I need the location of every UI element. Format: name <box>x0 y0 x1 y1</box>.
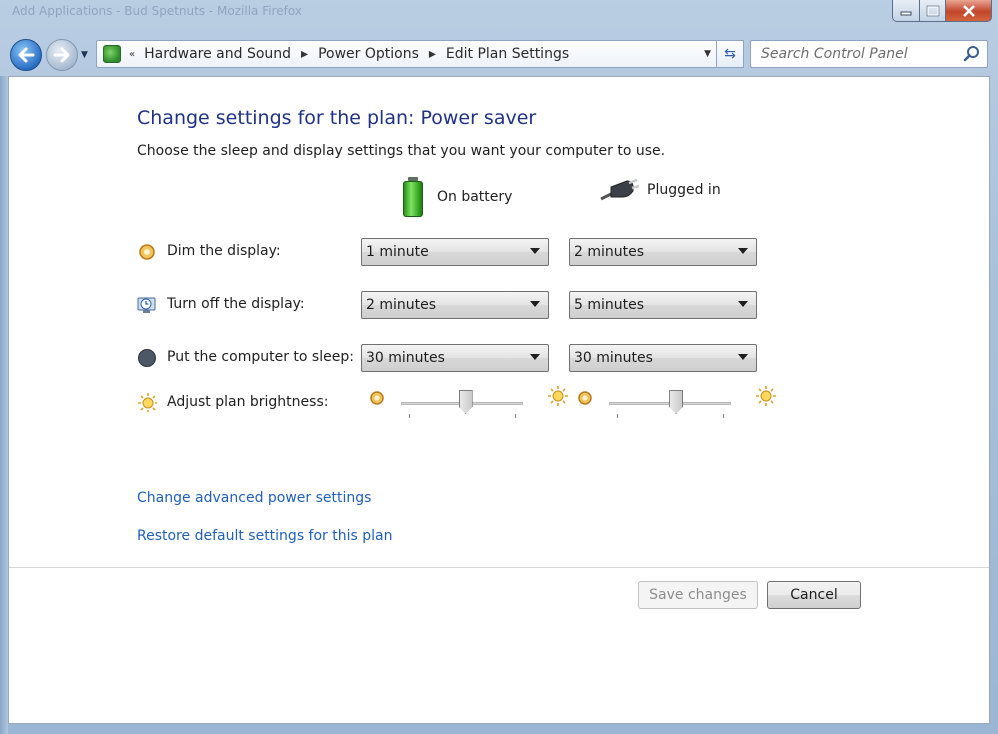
select-value: 2 minutes <box>574 244 645 260</box>
slider-tick <box>515 414 516 418</box>
power-plug-icon <box>600 178 639 201</box>
turn-off-display-plugged-select[interactable]: 5 minutes <box>569 291 757 319</box>
forward-arrow-icon <box>53 47 70 63</box>
refresh-icon: ⇆ <box>724 46 736 62</box>
select-value: 1 minute <box>366 244 429 260</box>
page-subtitle: Choose the sleep and display settings th… <box>137 143 666 159</box>
advanced-power-settings-link[interactable]: Change advanced power settings <box>137 490 371 506</box>
forward-button[interactable] <box>46 39 78 71</box>
setting-label: Put the computer to sleep: <box>167 349 354 365</box>
control-panel-icon <box>103 45 121 63</box>
setting-row-dim-display: Dim the display: 1 minute 2 minutes <box>137 238 777 266</box>
setting-row-brightness: Adjust plan brightness: <box>137 385 777 425</box>
setting-label: Dim the display: <box>167 243 281 259</box>
select-value: 5 minutes <box>574 297 645 313</box>
footer-divider <box>9 567 989 568</box>
navigation-bar: ▼ « Hardware and Sound ▸ Power Options ▸… <box>0 36 998 76</box>
dropdown-arrow-icon <box>738 354 748 360</box>
brightness-battery-slider[interactable] <box>369 385 569 425</box>
column-header-plugged: Plugged in <box>599 177 721 203</box>
dropdown-arrow-icon <box>738 301 748 307</box>
monitor-clock-icon <box>137 297 156 313</box>
moon-icon <box>138 349 156 367</box>
window-title: Add Applications - Bud Spetnuts - Mozill… <box>12 4 302 18</box>
brightness-high-icon <box>548 386 568 406</box>
dropdown-arrow-icon <box>530 248 540 254</box>
select-value: 30 minutes <box>366 350 445 366</box>
setting-label: Adjust plan brightness: <box>167 394 329 410</box>
slider-tick <box>409 414 410 418</box>
breadcrumb-chevron-icon[interactable]: ▸ <box>301 46 308 62</box>
refresh-button[interactable]: ⇆ <box>716 40 744 68</box>
setting-row-turn-off-display: Turn off the display: 2 minutes 5 minute… <box>137 291 777 319</box>
dropdown-arrow-icon <box>530 354 540 360</box>
setting-row-sleep: Put the computer to sleep: 30 minutes 30… <box>137 344 777 372</box>
address-bar[interactable]: « Hardware and Sound ▸ Power Options ▸ E… <box>96 40 718 68</box>
content-pane: Change settings for the plan: Power save… <box>8 76 990 724</box>
sleep-battery-select[interactable]: 30 minutes <box>361 344 549 372</box>
caption-buttons <box>892 0 992 22</box>
setting-label: Turn off the display: <box>167 296 305 312</box>
brightness-low-icon <box>370 391 384 405</box>
hidden-crumbs-chevron-icon[interactable]: « <box>129 49 135 60</box>
breadcrumb-hardware-and-sound[interactable]: Hardware and Sound <box>144 46 291 62</box>
breadcrumb-edit-plan-settings[interactable]: Edit Plan Settings <box>446 46 569 62</box>
dim-display-plugged-select[interactable]: 2 minutes <box>569 238 757 266</box>
brightness-high-icon <box>756 386 776 406</box>
save-changes-button[interactable]: Save changes <box>638 581 758 609</box>
column-label-plugged: Plugged in <box>647 182 721 198</box>
back-button[interactable] <box>10 39 42 71</box>
window-frame <box>0 76 8 734</box>
recent-pages-dropdown[interactable]: ▼ <box>81 50 88 60</box>
minimize-icon <box>900 11 912 15</box>
battery-icon <box>401 177 425 217</box>
maximize-button[interactable] <box>920 0 946 22</box>
select-value: 30 minutes <box>574 350 653 366</box>
slider-thumb[interactable] <box>669 390 684 414</box>
close-icon <box>962 4 975 17</box>
restore-icon <box>926 5 939 16</box>
dropdown-arrow-icon <box>530 301 540 307</box>
minimize-button[interactable] <box>892 0 920 22</box>
sleep-plugged-select[interactable]: 30 minutes <box>569 344 757 372</box>
turn-off-display-battery-select[interactable]: 2 minutes <box>361 291 549 319</box>
brightness-low-icon <box>578 391 592 405</box>
slider-tick <box>723 414 724 418</box>
close-button[interactable] <box>946 0 992 22</box>
address-history-dropdown-icon[interactable]: ▼ <box>704 49 711 59</box>
slider-tick <box>617 414 618 418</box>
search-icon[interactable] <box>963 45 981 63</box>
breadcrumb-power-options[interactable]: Power Options <box>318 46 419 62</box>
slider-thumb[interactable] <box>458 390 473 414</box>
dim-icon <box>139 244 155 260</box>
back-arrow-icon <box>18 47 35 63</box>
page-title: Change settings for the plan: Power save… <box>137 107 537 129</box>
cancel-button[interactable]: Cancel <box>767 581 861 609</box>
select-value: 2 minutes <box>366 297 437 313</box>
dropdown-arrow-icon <box>738 248 748 254</box>
dim-display-battery-select[interactable]: 1 minute <box>361 238 549 266</box>
brightness-plugged-slider[interactable] <box>577 385 777 425</box>
search-box <box>750 40 988 68</box>
breadcrumb-chevron-icon[interactable]: ▸ <box>429 46 436 62</box>
column-header-battery: On battery <box>401 177 512 217</box>
column-label-battery: On battery <box>437 189 513 205</box>
title-bar: Add Applications - Bud Spetnuts - Mozill… <box>0 0 998 36</box>
brightness-sun-icon <box>138 393 157 412</box>
restore-defaults-link[interactable]: Restore default settings for this plan <box>137 528 393 544</box>
search-input[interactable] <box>759 42 959 66</box>
